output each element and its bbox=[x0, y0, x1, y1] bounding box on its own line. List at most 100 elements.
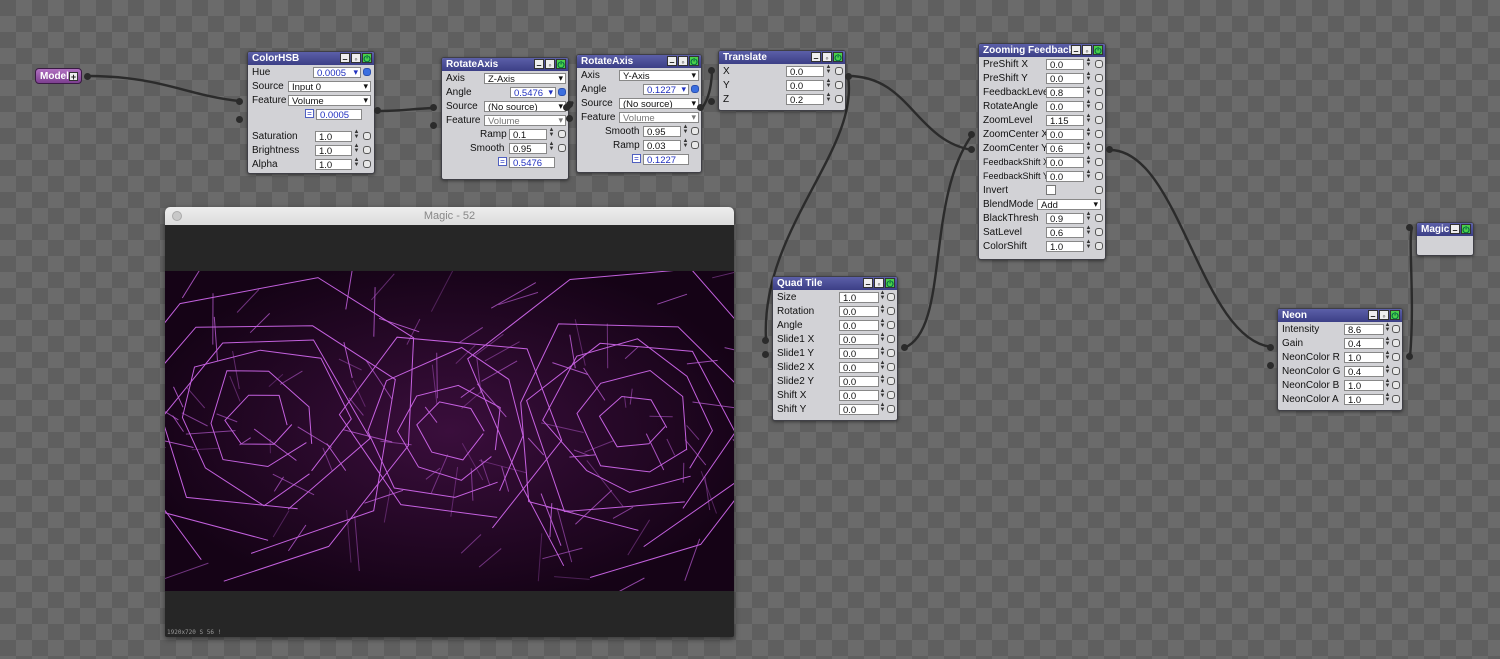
link-icon[interactable] bbox=[1095, 60, 1103, 68]
collapse-icon[interactable]: ◦ bbox=[822, 52, 832, 63]
collapse-icon[interactable]: ◦ bbox=[545, 59, 555, 70]
link-icon[interactable] bbox=[1392, 367, 1400, 375]
stepper-icon[interactable]: ▲ ▼ bbox=[353, 143, 360, 155]
link-icon[interactable] bbox=[1392, 381, 1400, 389]
stepper-icon[interactable]: ▲ ▼ bbox=[1085, 211, 1092, 223]
smooth-field[interactable]: 0.95 bbox=[509, 142, 547, 154]
colorhsb-input-port[interactable] bbox=[236, 98, 243, 105]
link-icon[interactable] bbox=[1095, 158, 1103, 166]
slide1-y-field[interactable]: 0.0 bbox=[839, 347, 879, 359]
power-icon[interactable]: ⏻ bbox=[689, 56, 699, 67]
rotateaxis-node-1[interactable]: RotateAxis –◦⏻ Axis Z-Axis Angle 0.5476 So… bbox=[441, 57, 569, 180]
link-icon[interactable] bbox=[1392, 339, 1400, 347]
intensity-field[interactable]: 8.6 bbox=[1344, 323, 1384, 335]
feedbackshift-x-field[interactable]: 0.0 bbox=[1046, 156, 1084, 168]
link-icon[interactable] bbox=[558, 144, 566, 152]
link-icon[interactable] bbox=[887, 405, 895, 413]
rotateaxis-node-2[interactable]: RotateAxis –◦⏻ Axis Y-Axis Angle 0.1227 So… bbox=[576, 54, 702, 173]
stepper-icon[interactable]: ▲ ▼ bbox=[682, 124, 689, 136]
link-icon[interactable] bbox=[691, 85, 699, 93]
stepper-icon[interactable]: ▲ ▼ bbox=[879, 346, 886, 358]
link-icon[interactable] bbox=[887, 307, 895, 315]
stepper-icon[interactable]: ▲ ▼ bbox=[1384, 322, 1391, 334]
alpha-field[interactable]: 1.0 bbox=[315, 158, 352, 170]
translate-input-port[interactable] bbox=[708, 98, 715, 105]
zoom-input-port[interactable] bbox=[968, 131, 975, 138]
stepper-icon[interactable]: ▲ ▼ bbox=[353, 157, 360, 169]
neon-node[interactable]: Neon – ◦ ⏻ Intensity 8.6 ▲ ▼ Gain 0.4 ▲ ▼ NeonCo… bbox=[1277, 308, 1403, 411]
rotate2-input-port[interactable] bbox=[566, 115, 573, 122]
power-icon[interactable]: ⏻ bbox=[556, 59, 566, 70]
z-field[interactable]: 0.2 bbox=[786, 93, 824, 105]
stepper-icon[interactable]: ▲ ▼ bbox=[879, 374, 886, 386]
stepper-icon[interactable]: ▲ ▼ bbox=[825, 78, 832, 90]
link-icon[interactable] bbox=[691, 141, 699, 149]
y-field[interactable]: 0.0 bbox=[786, 79, 824, 91]
zoomcenter-x-field[interactable]: 0.0 bbox=[1046, 128, 1084, 140]
rotate1-input-port[interactable] bbox=[430, 104, 437, 111]
link-icon[interactable] bbox=[1095, 186, 1103, 194]
slide1-x-field[interactable]: 0.0 bbox=[839, 333, 879, 345]
stepper-icon[interactable]: ▲ ▼ bbox=[1085, 99, 1092, 111]
quadtile-input-port[interactable] bbox=[762, 337, 769, 344]
model-output-port[interactable] bbox=[84, 73, 91, 80]
neon-output-port[interactable] bbox=[1406, 353, 1413, 360]
neoncolor-g-field[interactable]: 0.4 bbox=[1344, 365, 1384, 377]
model-node[interactable]: Model + bbox=[35, 68, 82, 84]
angle-field[interactable]: 0.5476 bbox=[510, 86, 556, 98]
angle-field[interactable]: 0.0 bbox=[839, 319, 879, 331]
link-icon[interactable] bbox=[887, 377, 895, 385]
minimize-icon[interactable]: – bbox=[1450, 224, 1460, 235]
stepper-icon[interactable]: ▲ ▼ bbox=[353, 129, 360, 141]
link-icon[interactable] bbox=[363, 132, 371, 140]
link-icon[interactable] bbox=[1392, 325, 1400, 333]
ramp-field[interactable]: 0.03 bbox=[643, 139, 681, 151]
feedbacklevel-field[interactable]: 0.8 bbox=[1046, 86, 1084, 98]
stepper-icon[interactable]: ▲ ▼ bbox=[879, 304, 886, 316]
preshift-x-field[interactable]: 0.0 bbox=[1046, 58, 1084, 70]
feature-select[interactable]: Volume bbox=[484, 114, 566, 126]
zoomlevel-field[interactable]: 1.15 bbox=[1046, 114, 1084, 126]
link-icon[interactable] bbox=[887, 335, 895, 343]
node-header[interactable]: Neon – ◦ ⏻ bbox=[1278, 309, 1402, 322]
minimize-icon[interactable]: – bbox=[863, 278, 873, 289]
smooth-field[interactable]: 0.95 bbox=[643, 125, 681, 137]
node-header[interactable]: Zooming Feedback – ◦ ⏻ bbox=[979, 44, 1105, 57]
magic-node[interactable]: Magic – ⏻ bbox=[1416, 222, 1474, 256]
node-header[interactable]: RotateAxis – ◦ ⏻ bbox=[442, 58, 568, 71]
stepper-icon[interactable]: ▲ ▼ bbox=[825, 92, 832, 104]
power-icon[interactable]: ⏻ bbox=[1461, 224, 1471, 235]
stepper-icon[interactable]: ▲ ▼ bbox=[879, 402, 886, 414]
link-icon[interactable] bbox=[363, 146, 371, 154]
gain-field[interactable]: 0.4 bbox=[1344, 337, 1384, 349]
neoncolor-b-field[interactable]: 1.0 bbox=[1344, 379, 1384, 391]
stepper-icon[interactable]: ▲ ▼ bbox=[1085, 57, 1092, 69]
minimize-icon[interactable]: – bbox=[811, 52, 821, 63]
link-icon[interactable] bbox=[1095, 102, 1103, 110]
colorshift-field[interactable]: 1.0 bbox=[1046, 240, 1084, 252]
minimize-icon[interactable]: – bbox=[534, 59, 544, 70]
neoncolor-r-field[interactable]: 1.0 bbox=[1344, 351, 1384, 363]
zoomcenter-y-field[interactable]: 0.6 bbox=[1046, 142, 1084, 154]
link-icon[interactable] bbox=[1095, 116, 1103, 124]
slide2-y-field[interactable]: 0.0 bbox=[839, 375, 879, 387]
translate-node[interactable]: Translate – ◦ ⏻ X 0.0 ▲ ▼ Y 0.0 ▲ ▼ Z 0.2 ▲ ▼ bbox=[718, 50, 846, 111]
feedbackshift-y-field[interactable]: 0.0 bbox=[1046, 170, 1084, 182]
shift-x-field[interactable]: 0.0 bbox=[839, 389, 879, 401]
rotate2-input-port[interactable] bbox=[566, 101, 573, 108]
stepper-icon[interactable]: ▲ ▼ bbox=[879, 388, 886, 400]
stepper-icon[interactable]: ▲ ▼ bbox=[879, 360, 886, 372]
rotation-field[interactable]: 0.0 bbox=[839, 305, 879, 317]
stepper-icon[interactable]: ▲ ▼ bbox=[548, 127, 555, 139]
stepper-icon[interactable]: ▲ ▼ bbox=[1384, 378, 1391, 390]
preview-window[interactable]: Magic - 52 1920x720 S 56 ! bbox=[165, 207, 734, 637]
preview-titlebar[interactable]: Magic - 52 bbox=[165, 207, 734, 225]
stepper-icon[interactable]: ▲ ▼ bbox=[548, 141, 555, 153]
preshift-y-field[interactable]: 0.0 bbox=[1046, 72, 1084, 84]
power-icon[interactable]: ⏻ bbox=[885, 278, 895, 289]
link-icon[interactable] bbox=[835, 95, 843, 103]
slide2-x-field[interactable]: 0.0 bbox=[839, 361, 879, 373]
link-icon[interactable] bbox=[835, 81, 843, 89]
zoom-input-port[interactable] bbox=[968, 146, 975, 153]
link-icon[interactable] bbox=[1095, 214, 1103, 222]
